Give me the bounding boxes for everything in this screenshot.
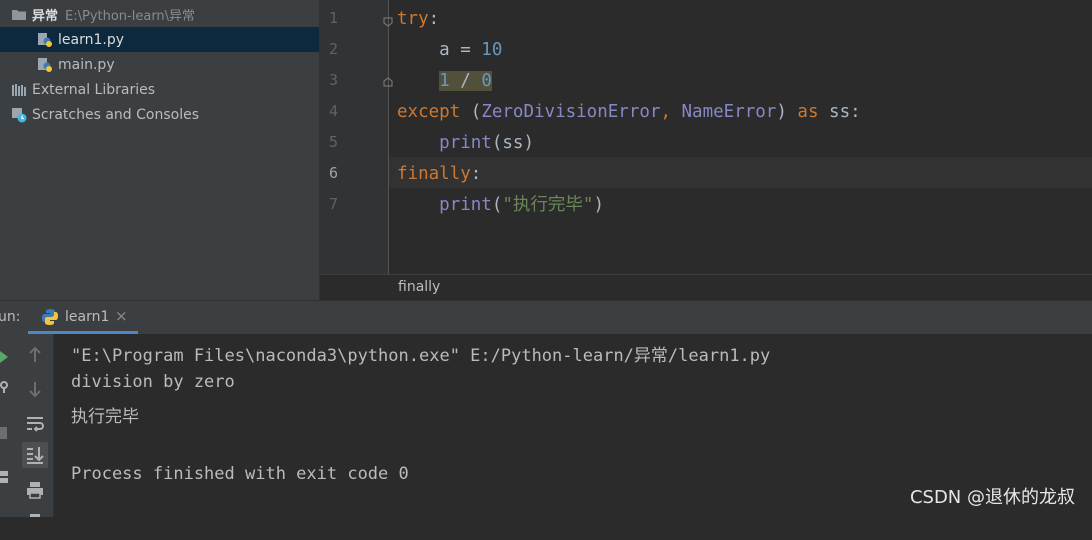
code-token: finally xyxy=(397,164,471,184)
console-line: "E:\Program Files\naconda3\python.exe" E… xyxy=(71,346,771,366)
arrow-down-icon xyxy=(29,382,41,398)
editor-breadcrumb[interactable]: finally xyxy=(320,274,1092,300)
scratches-row[interactable]: Scratches and Consoles xyxy=(0,102,319,127)
code-token: except xyxy=(397,102,471,122)
python-icon xyxy=(41,308,59,326)
code-token: (ss) xyxy=(491,133,534,153)
code-editor[interactable]: 1 2 3 4 5 6 7 try: a = 10 1 / 0 except (… xyxy=(320,0,1092,300)
soft-wrap-icon xyxy=(27,417,44,432)
fold-end-marker-icon[interactable] xyxy=(383,72,393,87)
console-toolbar xyxy=(17,334,54,517)
code-token: print xyxy=(439,133,492,153)
code-token: as xyxy=(797,102,830,122)
run-tab-label: learn1 xyxy=(65,309,110,325)
code-token: / xyxy=(449,71,482,91)
trash-button[interactable] xyxy=(22,510,48,536)
code-token: 10 xyxy=(481,40,503,60)
external-libraries-label: External Libraries xyxy=(32,81,155,98)
run-tab-learn1[interactable]: learn1 × xyxy=(28,301,138,334)
library-icon xyxy=(11,82,27,98)
close-icon[interactable]: × xyxy=(115,307,128,325)
code-line[interactable]: print(ss) xyxy=(397,133,534,153)
code-line[interactable]: 1 / 0 xyxy=(397,71,492,91)
line-number: 6 xyxy=(328,164,338,182)
code-token: ( xyxy=(470,102,482,122)
code-token: 1 xyxy=(439,71,450,91)
run-label: un: xyxy=(0,309,21,325)
code-token: ) xyxy=(593,195,605,215)
code-token: ) xyxy=(776,102,798,122)
code-line[interactable]: try: xyxy=(397,9,439,29)
line-number: 2 xyxy=(328,40,338,58)
project-root-path: E:\Python-learn\异常 xyxy=(65,9,196,24)
console-line: division by zero xyxy=(71,372,235,392)
code-token: ss: xyxy=(829,102,861,122)
code-line[interactable]: a = 10 xyxy=(397,40,502,60)
code-line[interactable]: except (ZeroDivisionError, NameError) as… xyxy=(397,102,861,122)
soft-wrap-button[interactable] xyxy=(22,410,48,436)
project-panel: 异常 E:\Python-learn\异常 learn1.py main.py … xyxy=(0,0,319,300)
fold-marker-icon[interactable] xyxy=(383,12,393,27)
scroll-to-end-icon xyxy=(27,447,44,464)
watermark-text: CSDN @退休的龙叔 xyxy=(909,487,1075,508)
code-token: 0 xyxy=(481,71,492,91)
breadcrumb-item[interactable]: finally xyxy=(398,279,440,295)
code-token: NameError xyxy=(681,102,777,122)
print-icon xyxy=(27,482,43,499)
code-token: ZeroDivisionError xyxy=(481,102,661,122)
stop-icon[interactable] xyxy=(0,424,7,443)
line-number: 1 xyxy=(328,9,338,27)
rerun-icon[interactable] xyxy=(0,348,8,367)
scroll-down-button[interactable] xyxy=(22,376,48,402)
console-line: Process finished with exit code 0 xyxy=(71,464,409,484)
file-name: learn1.py xyxy=(58,31,124,48)
code-token: : xyxy=(470,164,482,184)
scratches-label: Scratches and Consoles xyxy=(32,106,199,123)
project-root-row[interactable]: 异常 E:\Python-learn\异常 xyxy=(0,2,319,27)
layout-icon[interactable] xyxy=(0,468,8,487)
trash-icon xyxy=(30,514,40,517)
code-token: , xyxy=(660,102,682,122)
project-root-name: 异常 xyxy=(32,9,59,24)
code-line[interactable]: finally: xyxy=(397,164,481,184)
scroll-up-button[interactable] xyxy=(22,342,48,368)
file-name: main.py xyxy=(58,56,115,73)
code-token: a = xyxy=(397,40,482,60)
console-line: 执行完毕 xyxy=(71,407,139,427)
file-row-main[interactable]: main.py xyxy=(0,52,319,77)
arrow-up-icon xyxy=(29,346,41,362)
line-number: 3 xyxy=(328,71,338,89)
print-button[interactable] xyxy=(22,477,48,503)
python-file-icon xyxy=(37,32,53,48)
external-libraries-row[interactable]: External Libraries xyxy=(0,77,319,102)
code-token: : xyxy=(428,9,440,29)
code-token: print xyxy=(439,195,492,215)
folder-icon xyxy=(11,7,27,23)
python-file-icon xyxy=(37,57,53,73)
code-token: "执行完毕" xyxy=(502,195,594,215)
scroll-to-end-button[interactable] xyxy=(22,442,48,468)
line-number: 7 xyxy=(328,195,338,213)
run-tool-header: un: learn1 × xyxy=(0,300,1092,335)
file-row-learn1[interactable]: learn1.py xyxy=(0,27,319,52)
line-number: 5 xyxy=(328,133,338,151)
wrench-icon[interactable] xyxy=(0,378,9,397)
code-token: ( xyxy=(491,195,503,215)
line-number: 4 xyxy=(328,102,338,120)
code-line[interactable]: print("执行完毕") xyxy=(397,195,604,215)
code-token: try xyxy=(397,9,429,29)
scratches-icon xyxy=(11,107,27,123)
run-side-strip xyxy=(0,334,17,517)
gutter-separator xyxy=(388,0,389,274)
